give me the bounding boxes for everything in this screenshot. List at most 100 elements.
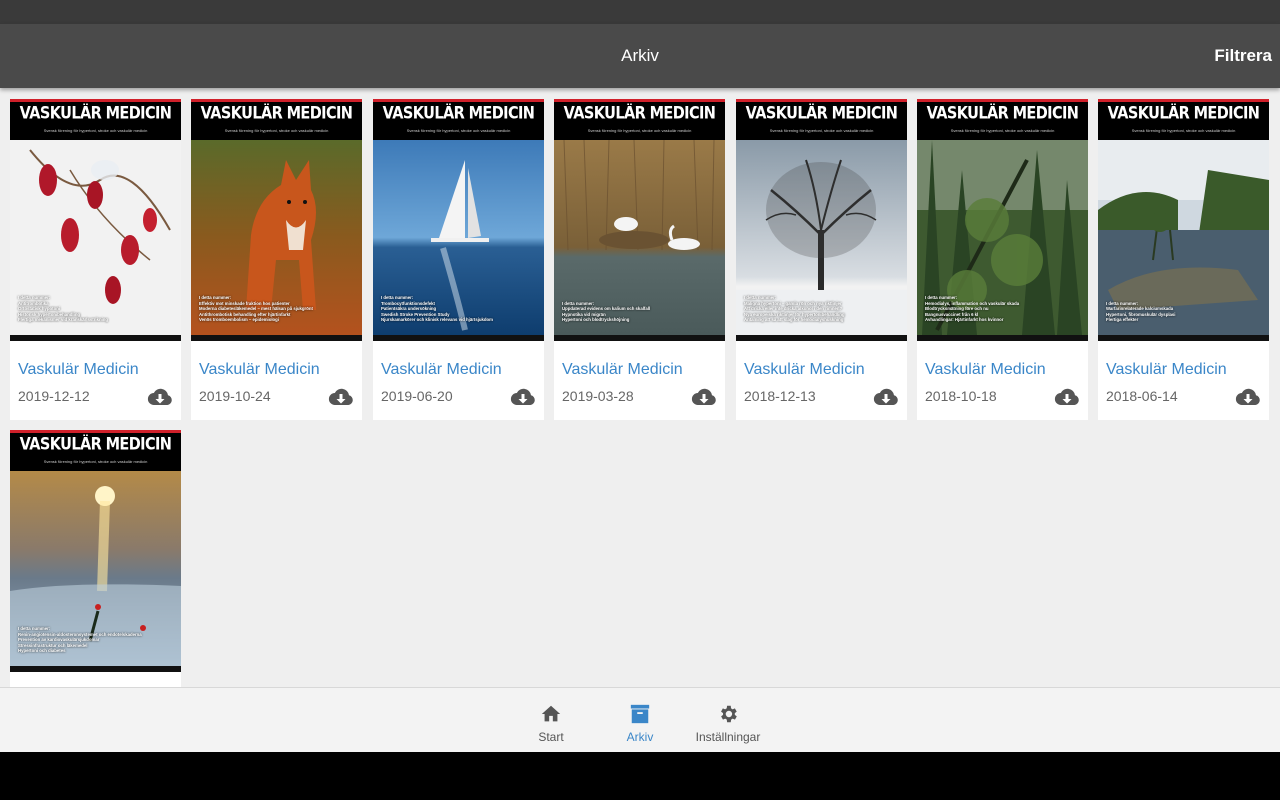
cover-masthead: VASKULÄR MEDICIN — [563, 104, 716, 124]
cover-teaser: I detta nummer: Uppdaterad evidens om kal… — [562, 301, 712, 323]
cover-bottom-bar — [917, 335, 1088, 341]
nav-arkiv-label: Arkiv — [626, 730, 654, 744]
cover-teaser: I detta nummer: Hemodialys, inflammation … — [925, 295, 1075, 323]
issue-card[interactable]: VASKULÄR MEDICIN Svensk förening för hyp… — [917, 99, 1088, 420]
cover-photo: I detta nummer: Effektiv mot minskade fra… — [191, 140, 362, 335]
cover-subtitle: Svensk förening för hypertoni, stroke oc… — [43, 459, 148, 464]
issue-title[interactable]: Vaskulär Medicin — [562, 361, 683, 379]
cover-teaser-line: Hypertoni och blodtryckshöjning — [562, 317, 630, 323]
nav-arkiv[interactable]: Arkiv — [595, 688, 685, 753]
issue-cover[interactable]: VASKULÄR MEDICIN Svensk förening för hyp… — [1098, 99, 1269, 341]
cover-masthead: VASKULÄR MEDICIN — [745, 104, 898, 124]
archive-grid[interactable]: VASKULÄR MEDICIN Svensk förening för hyp… — [0, 88, 1280, 687]
cloud-download-icon[interactable] — [873, 387, 899, 407]
cover-accent-line — [917, 99, 1088, 102]
issue-date: 2019-03-28 — [562, 388, 634, 404]
cover-bottom-bar — [10, 666, 181, 672]
cloud-download-icon[interactable] — [691, 387, 717, 407]
cover-photo: I detta nummer: Trombocytfunktionsdefekt P… — [373, 140, 544, 335]
issue-cover[interactable]: VASKULÄR MEDICIN Svensk förening för hyp… — [917, 99, 1088, 341]
cover-masthead: VASKULÄR MEDICIN — [926, 104, 1079, 124]
cover-masthead: VASKULÄR MEDICIN — [19, 104, 172, 124]
issue-title[interactable]: Vaskulär Medicin — [199, 361, 320, 379]
cover-teaser-line: Hypertoni och diabetes — [18, 648, 66, 654]
cover-masthead: VASKULÄR MEDICIN — [1107, 104, 1260, 124]
cover-photo: I detta nummer: Hemodialys, inflammation … — [917, 140, 1088, 335]
cover-bottom-bar — [10, 335, 181, 341]
cover-subtitle: Svensk förening för hypertoni, stroke oc… — [769, 128, 874, 133]
nav-installningar[interactable]: Inställningar — [683, 688, 773, 753]
nav-start-label: Start — [538, 730, 564, 744]
cover-teaser: I detta nummer: Renin-angiotensin-aldoste… — [18, 626, 168, 654]
cover-accent-line — [1098, 99, 1269, 102]
issue-card[interactable]: VASKULÄR MEDICIN Svensk förening för hyp… — [191, 99, 362, 420]
issue-card[interactable]: VASKULÄR MEDICIN Svensk förening för hyp… — [1098, 99, 1269, 420]
cover-teaser: I detta nummer: Trombocytfunktionsdefekt P… — [381, 295, 531, 323]
filter-button[interactable]: Filtrera — [1214, 24, 1272, 88]
cover-teaser: I detta nummer: Antitrombotika Ortostatisk… — [18, 295, 168, 323]
cover-photo: I detta nummer: Antitrombotika Ortostatisk… — [10, 140, 181, 335]
issue-cover[interactable]: VASKULÄR MEDICIN Svensk förening för hyp… — [554, 99, 725, 341]
issue-card[interactable]: VASKULÄR MEDICIN Svensk förening för hyp… — [373, 99, 544, 420]
cover-subtitle: Svensk förening för hypertoni, stroke oc… — [587, 128, 692, 133]
cover-accent-line — [554, 99, 725, 102]
home-icon — [541, 705, 561, 722]
cloud-download-icon[interactable] — [147, 387, 173, 407]
cover-masthead: VASKULÄR MEDICIN — [19, 435, 172, 455]
nav-installningar-label: Inställningar — [695, 730, 761, 744]
page-title: Arkiv — [621, 46, 659, 65]
system-navigation-bar — [0, 752, 1280, 800]
cloud-download-icon[interactable] — [1235, 387, 1261, 407]
issue-date: 2019-10-24 — [199, 388, 271, 404]
cover-teaser: I detta nummer: Effektiv mot minskade fra… — [199, 295, 349, 323]
app-bar: Arkiv Filtrera — [0, 24, 1280, 88]
issue-cover[interactable]: VASKULÄR MEDICIN Svensk förening för hyp… — [10, 430, 181, 672]
bottom-navigation: Start Arkiv Inställningar — [0, 687, 1280, 752]
issue-date: 2019-06-20 — [381, 388, 453, 404]
issue-cover[interactable]: VASKULÄR MEDICIN Svensk förening för hyp… — [736, 99, 907, 341]
issue-date: 2018-06-14 — [1106, 388, 1178, 404]
cover-bottom-bar — [1098, 335, 1269, 341]
cover-masthead: VASKULÄR MEDICIN — [382, 104, 535, 124]
cover-teaser-line: Flertiga mekanismer vid kranskärlsstrikn… — [18, 317, 109, 323]
cover-subtitle: Svensk förening för hypertoni, stroke oc… — [224, 128, 329, 133]
issue-card[interactable]: VASKULÄR MEDICIN Svensk förening för hyp… — [736, 99, 907, 420]
cover-teaser: I detta nummer: Maligna hypertoni – gamla… — [744, 295, 894, 323]
issue-card[interactable]: VASKULÄR MEDICIN Svensk förening för hyp… — [10, 99, 181, 420]
cover-bottom-bar — [736, 335, 907, 341]
cover-accent-line — [373, 99, 544, 102]
cover-accent-line — [10, 430, 181, 433]
cover-teaser-line: Njurskamarkörer och klinisk relevans vid… — [381, 317, 494, 323]
cover-accent-line — [10, 99, 181, 102]
issue-title[interactable]: Vaskulär Medicin — [1106, 361, 1227, 379]
issue-cover[interactable]: VASKULÄR MEDICIN Svensk förening för hyp… — [373, 99, 544, 341]
cover-subtitle: Svensk förening för hypertoni, stroke oc… — [1131, 128, 1236, 133]
issue-title[interactable]: Vaskulär Medicin — [744, 361, 865, 379]
nav-start[interactable]: Start — [506, 688, 596, 753]
cloud-download-icon[interactable] — [510, 387, 536, 407]
cover-photo: I detta nummer: Warfarinrelaterade kalciu… — [1098, 140, 1269, 335]
cover-teaser-line: Antalning att så att slag för hemodialys… — [744, 317, 844, 323]
cloud-download-icon[interactable] — [1054, 387, 1080, 407]
cover-subtitle: Svensk förening för hypertoni, stroke oc… — [950, 128, 1055, 133]
archive-icon — [630, 704, 650, 724]
cover-teaser-line: Venös tromboembolism – epidemiologi — [199, 317, 279, 323]
cover-teaser-line: Avhandlingar: Hjärtinfarkt hos kvinnor — [925, 317, 1004, 323]
cover-teaser-line: Flertiga effekter — [1106, 317, 1139, 323]
cover-masthead: VASKULÄR MEDICIN — [200, 104, 353, 124]
cover-teaser: I detta nummer: Warfarinrelaterade kalciu… — [1106, 301, 1256, 323]
cover-accent-line — [736, 99, 907, 102]
cover-photo: I detta nummer: Maligna hypertoni – gamla… — [736, 140, 907, 335]
issue-title[interactable]: Vaskulär Medicin — [18, 361, 139, 379]
issue-cover[interactable]: VASKULÄR MEDICIN Svensk förening för hyp… — [10, 99, 181, 341]
cover-bottom-bar — [191, 335, 362, 341]
issue-card[interactable]: VASKULÄR MEDICIN Svensk förening för hyp… — [554, 99, 725, 420]
gear-icon — [721, 705, 737, 723]
issue-date: 2019-12-12 — [18, 388, 90, 404]
issue-card[interactable]: VASKULÄR MEDICIN Svensk förening för hyp… — [10, 430, 181, 687]
issue-cover[interactable]: VASKULÄR MEDICIN Svensk förening för hyp… — [191, 99, 362, 341]
cloud-download-icon[interactable] — [328, 387, 354, 407]
cover-photo: I detta nummer: Uppdaterad evidens om kal… — [554, 140, 725, 335]
issue-title[interactable]: Vaskulär Medicin — [925, 361, 1046, 379]
issue-title[interactable]: Vaskulär Medicin — [381, 361, 502, 379]
